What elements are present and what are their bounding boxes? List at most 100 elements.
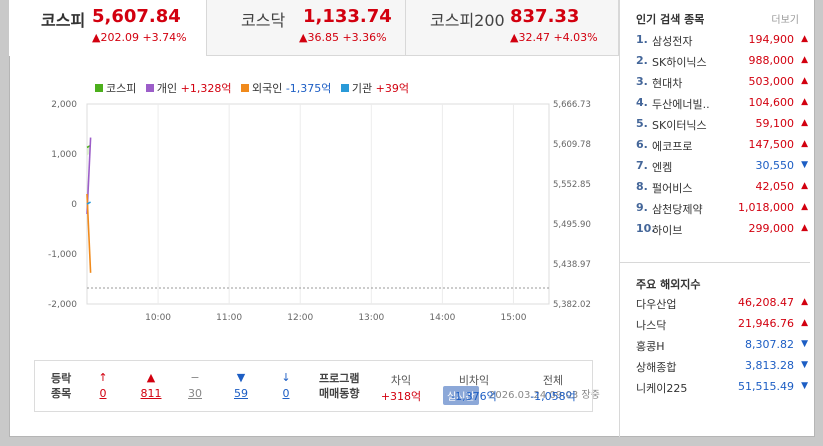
stock-price: 503,000	[748, 75, 795, 88]
program-value: +318억	[380, 390, 422, 403]
overseas-item[interactable]: 상해종합 3,813.28 ▼	[636, 359, 808, 380]
popular-item[interactable]: 7. 엔켐 30,550 ▼	[636, 159, 808, 180]
chart-area: 코스피 개인 +1,328억 외국인 -1,375억 기관 +39억 10:00…	[9, 56, 619, 405]
y-right-tick-label: 5,438.97	[553, 260, 591, 270]
stock-name[interactable]: 엔켐	[652, 159, 740, 175]
tab-name: 코스닥	[241, 11, 286, 30]
y-right-tick-label: 5,609.78	[553, 140, 591, 150]
divider	[620, 262, 810, 263]
index-name[interactable]: 상해종합	[636, 359, 676, 375]
popular-item[interactable]: 8. 펄어비스 42,050 ▲	[636, 180, 808, 201]
up-arrow-icon: ▲	[801, 76, 808, 86]
popular-item[interactable]: 10. 하이브 299,000 ▲	[636, 222, 808, 243]
down-arrow-icon: ▼	[801, 339, 808, 349]
tab-kospi200[interactable]: 코스피200 837.33 ▲32.47 +4.03%	[406, 0, 619, 56]
up-arrow-icon: ▲	[801, 139, 808, 149]
up-arrow-icon: ▲	[801, 297, 808, 307]
popular-list: 1. 삼성전자 194,900 ▲ 2. SK하이닉스 988,000 ▲ 3. 현대차 503,0…	[636, 33, 808, 243]
index-name[interactable]: 홍콩H	[636, 338, 665, 354]
stat-count[interactable]: 59	[221, 387, 261, 400]
index-value: 51,515.49	[738, 380, 794, 393]
x-tick-label: 15:00	[500, 313, 526, 323]
stat-count[interactable]: 30	[175, 387, 215, 400]
stock-name[interactable]: 펄어비스	[652, 180, 740, 196]
index-value: 46,208.47	[738, 296, 794, 309]
rank: 3.	[636, 75, 648, 88]
popular-title: 인기 검색 종목	[636, 13, 705, 26]
up-arrow-icon: ▲	[801, 34, 808, 44]
stat-cell[interactable]: ↓ 0	[266, 371, 306, 400]
more-link[interactable]: 더보기	[771, 11, 799, 26]
overseas-item[interactable]: 다우산업 46,208.47 ▲	[636, 296, 808, 317]
market-stats: 등락 종목 ↑ 0 ▲ 811−30 ▼ 59 ↓ 0 프로그램 매매동향 차익 +318억 비차…	[34, 360, 593, 412]
program-value: -1,376억	[451, 390, 497, 403]
y-left-tick-label: 0	[71, 200, 77, 210]
stock-price: 299,000	[748, 222, 795, 235]
rank: 7.	[636, 159, 648, 172]
index-tabs: 코스피 5,607.84 ▲202.09 +3.74% 코스닥 1,133.74…	[9, 0, 619, 56]
stock-name[interactable]: 하이브	[652, 222, 740, 238]
stock-name[interactable]: 삼성전자	[652, 33, 740, 49]
stock-name[interactable]: 현대차	[652, 75, 740, 91]
index-name[interactable]: 니케이225	[636, 380, 687, 396]
stock-price: 1,018,000	[738, 201, 794, 214]
plot-frame	[86, 103, 550, 305]
stat-symbol: ▼	[236, 371, 246, 384]
y-left-tick-label: 2,000	[51, 100, 77, 110]
stat-cell[interactable]: ▼ 59	[221, 371, 261, 400]
tab-change: ▲36.85 +3.36%	[299, 31, 387, 44]
overseas-item[interactable]: 나스닥 21,946.76 ▲	[636, 317, 808, 338]
overseas-item[interactable]: 니케이225 51,515.49 ▼	[636, 380, 808, 401]
y-right-tick-label: 5,382.02	[553, 300, 591, 310]
up-arrow-icon: ▲	[801, 181, 808, 191]
market-chart[interactable]: 10:00 11:00 12:00 13:00 14:00 15:00 2,000 1,000…	[9, 56, 619, 356]
overseas-item[interactable]: 홍콩H 8,307.82 ▼	[636, 338, 808, 359]
down-arrow-icon: ▼	[801, 160, 808, 170]
rank: 2.	[636, 54, 648, 67]
tab-name: 코스피200	[430, 11, 505, 30]
tab-value: 5,607.84	[92, 6, 181, 27]
stock-name[interactable]: SK이터닉스	[652, 117, 740, 133]
program-label: 프로그램 매매동향	[319, 372, 360, 400]
updown-label: 등락 종목	[51, 372, 72, 400]
index-value: 8,307.82	[745, 338, 794, 351]
popular-item[interactable]: 2. SK하이닉스 988,000 ▲	[636, 54, 808, 75]
stock-price: 42,050	[755, 180, 795, 193]
stock-name[interactable]: 삼천당제약	[652, 201, 740, 217]
popular-item[interactable]: 4. 두산에너빌.. 104,600 ▲	[636, 96, 808, 117]
down-arrow-icon: ▼	[801, 360, 808, 370]
popular-item[interactable]: 3. 현대차 503,000 ▲	[636, 75, 808, 96]
y-left-tick-label: -1,000	[48, 250, 77, 260]
stock-price: 59,100	[755, 117, 795, 130]
y-left-tick-label: -2,000	[48, 300, 77, 310]
popular-item[interactable]: 6. 에코프로 147,500 ▲	[636, 138, 808, 159]
tab-kosdaq[interactable]: 코스닥 1,133.74 ▲36.85 +3.36%	[207, 0, 406, 56]
stat-symbol: ↓	[281, 371, 291, 384]
index-name[interactable]: 다우산업	[636, 296, 676, 312]
stock-price: 30,550	[755, 159, 795, 172]
stock-name[interactable]: SK하이닉스	[652, 54, 740, 70]
tab-change: ▲32.47 +4.03%	[510, 31, 598, 44]
tab-value: 837.33	[510, 6, 580, 27]
rank: 5.	[636, 117, 648, 130]
stock-name[interactable]: 에코프로	[652, 138, 740, 154]
x-tick-label: 12:00	[287, 313, 313, 323]
stock-name[interactable]: 두산에너빌..	[652, 96, 740, 112]
popular-item[interactable]: 5. SK이터닉스 59,100 ▲	[636, 117, 808, 138]
stat-cell[interactable]: ▲ 811	[131, 371, 171, 400]
stat-cell[interactable]: − 30	[175, 371, 215, 400]
tab-kospi[interactable]: 코스피 5,607.84 ▲202.09 +3.74%	[9, 0, 207, 56]
rank: 8.	[636, 180, 648, 193]
stock-price: 104,600	[748, 96, 795, 109]
rank: 4.	[636, 96, 648, 109]
popular-item[interactable]: 1. 삼성전자 194,900 ▲	[636, 33, 808, 54]
stat-cell[interactable]: ↑ 0	[83, 371, 123, 400]
popular-item[interactable]: 9. 삼천당제약 1,018,000 ▲	[636, 201, 808, 222]
up-arrow-icon: ▲	[801, 202, 808, 212]
stat-symbol: ↑	[98, 371, 108, 384]
y-right-tick-label: 5,552.85	[553, 180, 591, 190]
stat-count[interactable]: 811	[131, 387, 171, 400]
index-name[interactable]: 나스닥	[636, 317, 666, 333]
stat-count[interactable]: 0	[83, 387, 123, 400]
stat-count[interactable]: 0	[266, 387, 306, 400]
